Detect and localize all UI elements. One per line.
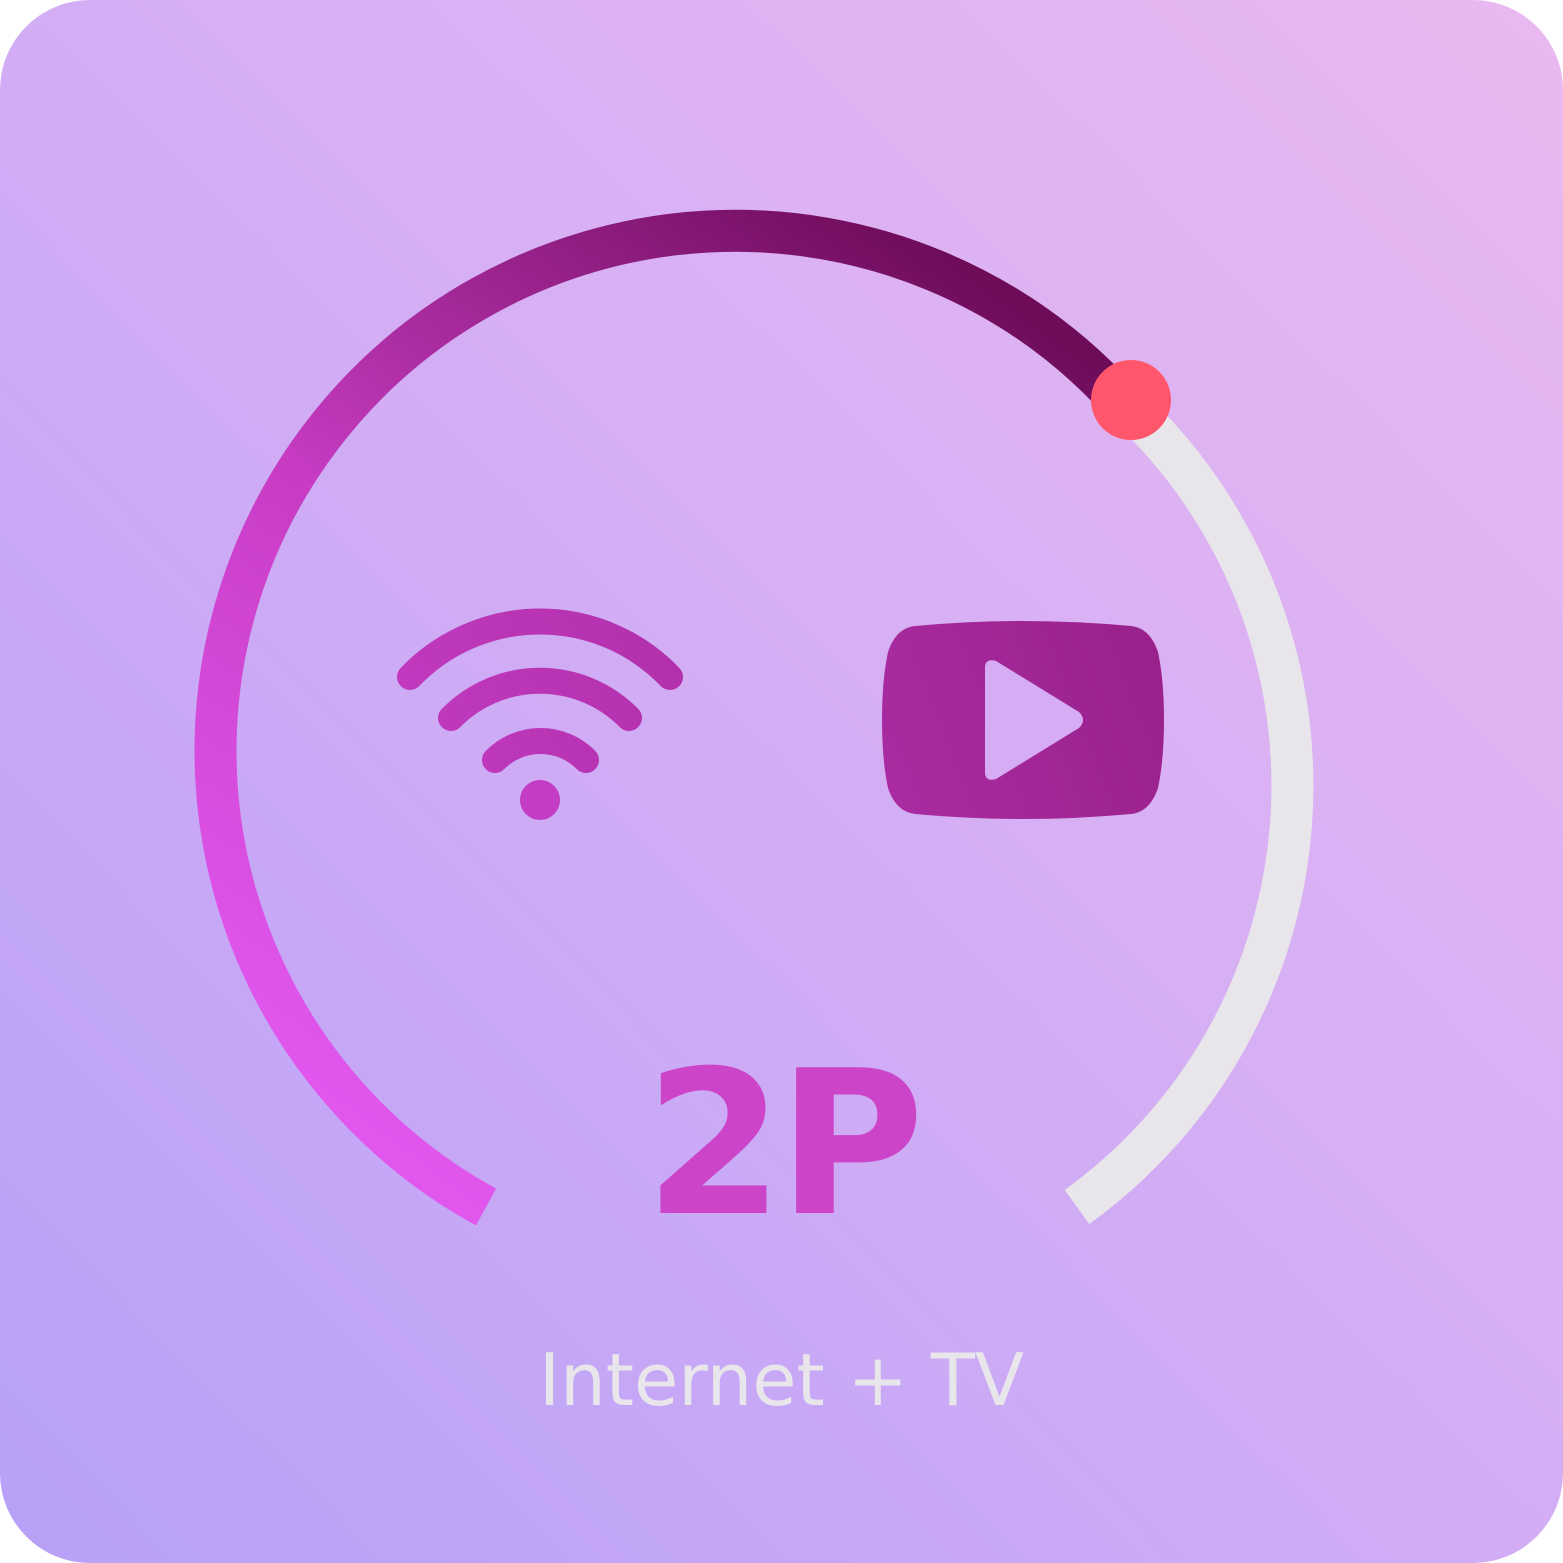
speed-dial bbox=[194, 209, 1314, 1226]
plan-label: Internet + TV bbox=[538, 1338, 1025, 1422]
plan-code: 2P bbox=[644, 1028, 925, 1261]
plan-card: 2P Internet + TV bbox=[0, 0, 1563, 1563]
video-play-icon bbox=[882, 621, 1164, 819]
gauge-knob[interactable] bbox=[1091, 360, 1171, 440]
wifi-icon bbox=[397, 608, 683, 820]
